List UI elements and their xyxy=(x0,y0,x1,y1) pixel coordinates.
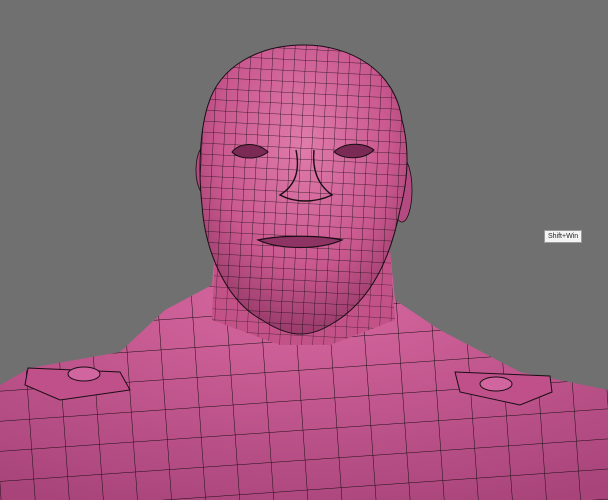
3d-viewport[interactable]: Shift+Win xyxy=(0,0,608,500)
sculpt-model[interactable] xyxy=(0,0,608,500)
hotkey-tooltip: Shift+Win xyxy=(544,230,583,243)
